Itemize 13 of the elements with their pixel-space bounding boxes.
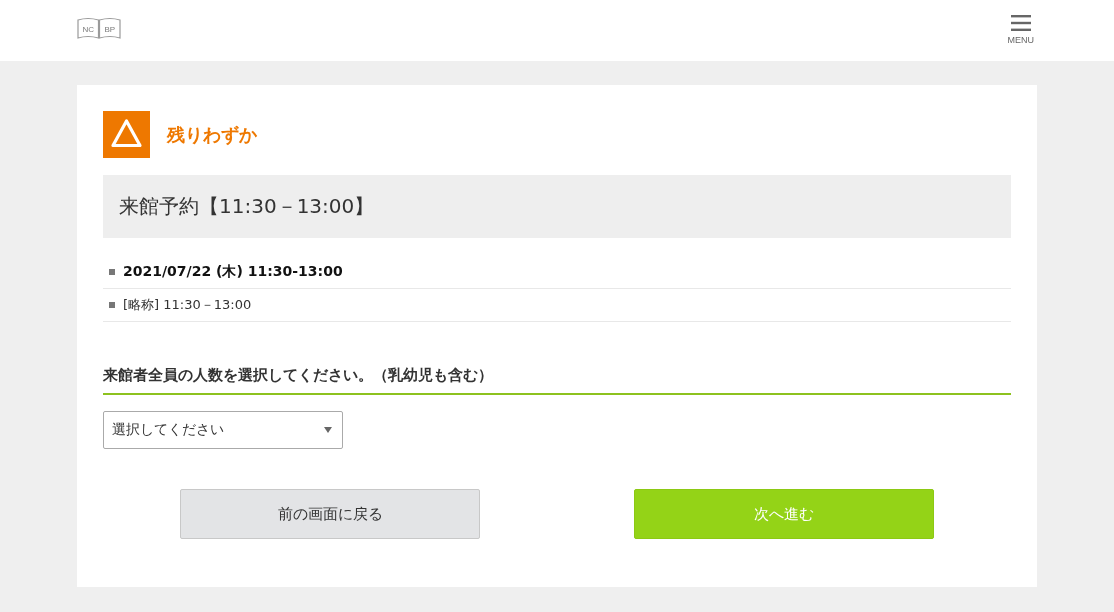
count-select-field[interactable]: 選択してください — [103, 411, 343, 449]
square-bullet-icon — [109, 302, 115, 308]
caret-down-icon — [324, 427, 332, 433]
availability-status: 残りわずか — [167, 122, 257, 147]
question-label: 来館者全員の人数を選択してください。（乳幼児も含む） — [103, 366, 493, 384]
book-logo[interactable]: NC BP — [77, 15, 121, 40]
back-button[interactable]: 前の画面に戻る — [180, 489, 480, 539]
menu-icon — [1010, 14, 1031, 31]
menu-button[interactable]: MENU — [1007, 14, 1034, 45]
event-detail: 2021/07/22 (木) 11:30-13:00 — [123, 263, 343, 281]
square-bullet-icon — [109, 269, 115, 275]
event-detail: [略称] 11:30－13:00 — [123, 296, 252, 314]
event-title: 来館予約【11:30－13:00】 — [119, 193, 375, 220]
